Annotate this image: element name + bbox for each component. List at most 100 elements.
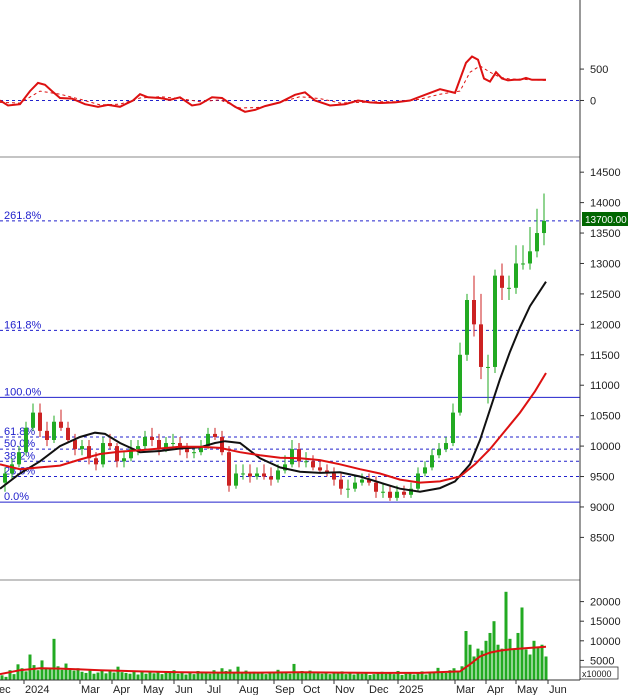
volume-bar [100,670,104,680]
volume-bar [40,660,44,680]
volume-bar [348,672,352,680]
candle-body [3,473,7,483]
time-tick-label: Mar [81,684,100,695]
candle-body [430,455,434,468]
price-tick-label: 14500 [590,167,621,179]
candle-body [514,263,518,288]
volume-bar [272,673,276,680]
volume-bar [392,674,396,680]
volume-bar [524,649,528,680]
volume-bar [136,674,140,680]
volume-bar [68,669,72,680]
candle-body [52,421,56,440]
volume-bar [264,674,268,680]
candle-body [10,464,14,474]
candle-body [276,470,280,480]
time-tick-label: 2025 [399,684,423,695]
candle-body [493,275,497,367]
fib-label: 50.0% [4,438,35,450]
price-tick-label: 10500 [590,411,621,423]
volume-bar [128,673,132,680]
candle-body [262,473,266,477]
volume-bar [376,673,380,680]
volume-bar [28,654,32,680]
volume-bar [60,669,64,680]
volume-moving-average [0,645,547,676]
volume-bar [416,673,420,680]
volume-bar [400,674,404,680]
volume-bar [116,666,120,680]
candle-body [185,449,189,453]
candle-body [248,473,252,477]
moving-average-fast [0,281,547,493]
time-axis-labels: ec 2024 Mar Apr May Jun Jul Aug Sep Oct Nov Dec 2025… [0,680,567,695]
candle-body [213,433,217,437]
volume-bar [216,672,220,680]
volume-bar [152,673,156,680]
candle-body [423,467,427,474]
candle-body [136,446,140,450]
volume-bar [428,673,432,680]
volume-bar [412,674,416,680]
oscillator-lines [0,55,547,113]
oscillator-line [0,55,546,113]
volume-bar [84,672,88,680]
candlesticks [3,193,546,501]
volume-bar [36,670,40,680]
volume-bar [464,631,468,680]
price-tick-label: 12000 [590,319,621,331]
price-tick-label: 14000 [590,198,621,210]
volume-bar [220,668,224,680]
candle-body [395,491,399,498]
time-tick-label: Sep [275,684,295,695]
candle-body [94,458,98,465]
oscillator-panel [0,55,580,158]
price-tick-label: 9500 [590,472,614,484]
volume-bar [112,672,116,680]
volume-bar [176,673,180,680]
candle-body [234,473,238,486]
volume-bar [500,648,504,680]
candle-body [451,412,455,444]
volume-bar [256,672,260,680]
volume-bar [444,672,448,680]
candle-body [31,412,35,428]
candle-body [150,436,154,440]
time-tick-label: Jun [549,684,567,695]
volume-bar [296,672,300,680]
candle-body [500,275,504,288]
volume-bar [408,672,412,680]
candle-body [227,452,231,486]
candle-body [339,479,343,489]
oscillator-tick-label: 0 [590,95,596,107]
volume-bar [520,607,524,680]
price-tick-label: 11500 [590,350,620,362]
volume-bar [232,672,236,680]
volume-bar [0,675,4,680]
volume-bar [32,665,36,680]
candle-body [45,430,49,440]
price-tick-label: 12500 [590,289,621,301]
volume-bar [52,638,56,680]
candle-body [269,476,273,480]
candle-body [528,251,532,264]
candle-body [108,443,112,447]
candle-body [122,458,126,462]
volume-bar [304,672,308,680]
candle-body [521,263,525,265]
time-tick-label: Jul [207,684,221,695]
time-tick-label: ec [0,684,11,695]
volume-average [0,645,547,676]
volume-bar [104,673,108,680]
price-tick-label: 13000 [590,258,621,270]
volume-bar [324,672,328,680]
volume-tick-label: 15000 [590,616,621,628]
candle-body [73,440,77,450]
moving-averages [0,281,547,493]
candle-body [304,461,308,463]
time-tick-label: Aug [239,684,259,695]
volume-tick-label: 10000 [590,636,621,648]
oscillator-signal-line [0,65,547,109]
volume-panel: x10000 [0,579,619,680]
candle-body [171,443,175,445]
